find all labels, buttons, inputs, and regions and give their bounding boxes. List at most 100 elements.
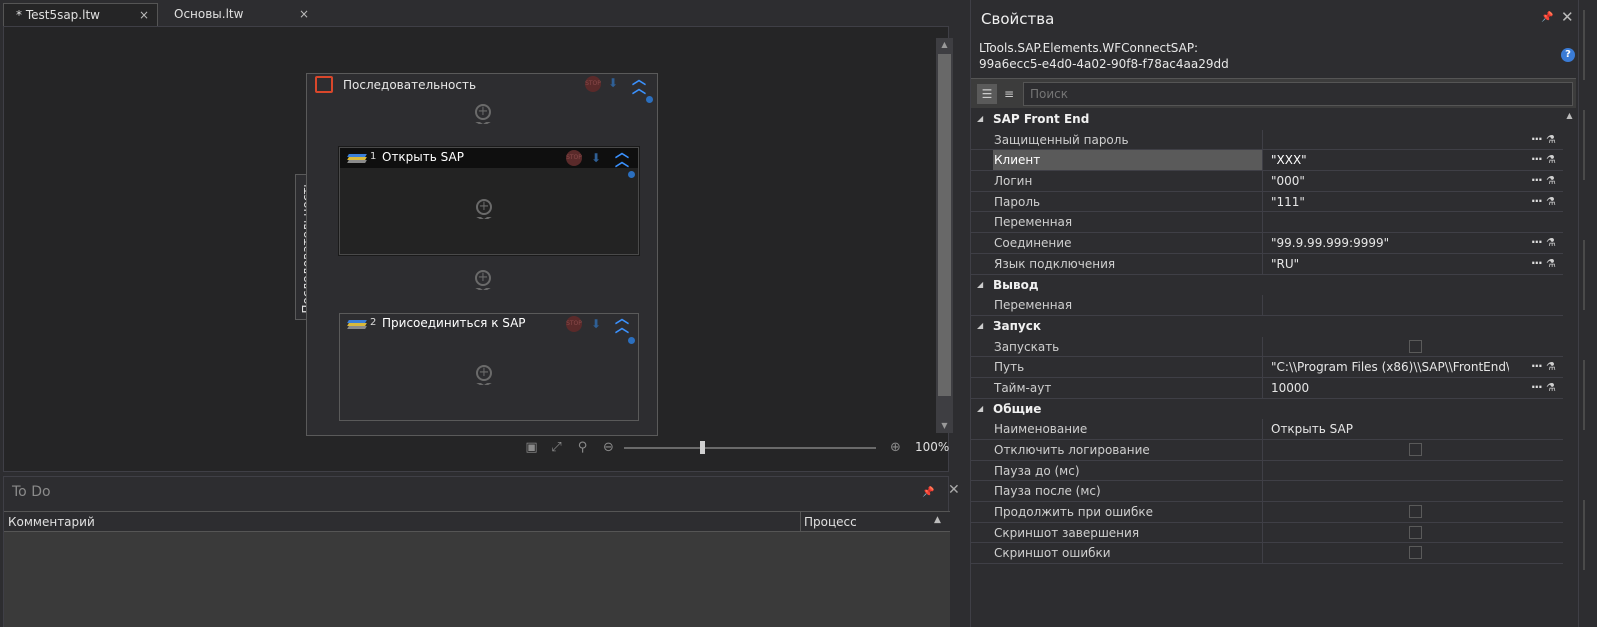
property-value[interactable] — [1267, 502, 1509, 522]
arrow-down-icon[interactable]: ⬇ — [608, 76, 618, 90]
stop-icon[interactable]: STOP — [566, 150, 582, 166]
add-activity-icon[interactable]: + — [465, 365, 503, 387]
property-row[interactable]: Тайм-аут 10000 ··· ⚗ — [971, 377, 1563, 399]
property-value[interactable]: "000" — [1267, 171, 1509, 191]
property-row[interactable]: Отключить логирование — [971, 440, 1563, 461]
arrow-down-icon[interactable]: ⬇ — [591, 151, 601, 165]
side-tab[interactable] — [1583, 10, 1594, 80]
close-icon[interactable]: × — [139, 4, 149, 26]
more-options-icon[interactable]: ··· — [1531, 357, 1543, 375]
property-value[interactable] — [1267, 461, 1509, 481]
property-value[interactable] — [1267, 481, 1509, 501]
close-icon[interactable]: × — [299, 3, 309, 25]
stop-icon[interactable]: STOP — [585, 76, 601, 92]
stop-icon[interactable]: STOP — [566, 316, 582, 332]
collapse-triangle-icon[interactable]: ◢ — [977, 321, 983, 330]
sort-asc-icon[interactable]: ▲ — [934, 515, 941, 525]
scroll-down-icon[interactable]: ▼ — [936, 419, 953, 433]
more-options-icon[interactable]: ··· — [1531, 171, 1543, 189]
more-options-icon[interactable]: ··· — [1531, 150, 1543, 168]
more-options-icon[interactable]: ··· — [1531, 233, 1543, 251]
property-value[interactable] — [1267, 212, 1509, 232]
collapse-triangle-icon[interactable]: ◢ — [977, 404, 983, 413]
property-row[interactable]: Пауза до (мс) — [971, 460, 1563, 482]
pin-icon[interactable]: 📌 — [1541, 12, 1553, 23]
property-value[interactable]: "99.9.99.999:9999" — [1267, 233, 1509, 253]
property-row[interactable]: Переменная — [971, 295, 1563, 316]
property-row[interactable]: Наименование Открыть SAP — [971, 419, 1563, 440]
designer-vertical-scrollbar[interactable]: ▲ ▼ — [936, 38, 953, 433]
property-value[interactable]: 10000 — [1267, 378, 1509, 398]
property-row[interactable]: Запускать — [971, 336, 1563, 358]
expression-flask-icon[interactable]: ⚗ — [1546, 257, 1556, 270]
property-value[interactable] — [1267, 440, 1509, 460]
scroll-up-icon[interactable]: ▲ — [936, 38, 953, 52]
help-icon[interactable]: ? — [1561, 48, 1575, 62]
expression-flask-icon[interactable]: ⚗ — [1546, 133, 1556, 146]
column-comment[interactable]: Комментарий — [8, 515, 95, 529]
property-checkbox[interactable] — [1409, 546, 1422, 560]
property-value[interactable]: "XXX" — [1267, 150, 1509, 170]
property-row[interactable]: Путь "C:\\Program Files (x86)\\SAP\\Front… — [971, 357, 1563, 378]
add-activity-icon[interactable]: + — [464, 270, 502, 292]
side-tab[interactable] — [1583, 240, 1594, 310]
property-value[interactable]: "RU" — [1267, 254, 1509, 274]
properties-scrollbar[interactable]: ▲ — [1563, 109, 1576, 627]
add-activity-icon[interactable]: + — [464, 104, 502, 126]
expression-flask-icon[interactable]: ⚗ — [1546, 381, 1556, 394]
arrow-down-icon[interactable]: ⬇ — [591, 317, 601, 331]
property-category[interactable]: ◢ SAP Front End — [971, 109, 1563, 130]
collapse-icon[interactable]: ︿ ︿ — [613, 312, 631, 335]
property-value[interactable] — [1267, 130, 1509, 150]
expression-flask-icon[interactable]: ⚗ — [1546, 174, 1556, 187]
property-category[interactable]: ◢ Вывод — [971, 275, 1563, 296]
scroll-thumb[interactable] — [938, 54, 951, 396]
property-checkbox[interactable] — [1409, 525, 1422, 539]
more-options-icon[interactable]: ··· — [1531, 130, 1543, 148]
zoom-in-icon[interactable]: ⊕ — [888, 440, 903, 455]
zoom-slider-thumb[interactable] — [700, 441, 705, 454]
side-tab[interactable] — [1583, 360, 1594, 430]
property-value[interactable]: "111" — [1267, 192, 1509, 212]
property-row[interactable]: Скриншот ошибки — [971, 543, 1563, 565]
property-checkbox[interactable] — [1409, 443, 1422, 456]
search-input[interactable] — [1023, 82, 1573, 106]
more-options-icon[interactable]: ··· — [1531, 192, 1543, 210]
property-row[interactable]: Переменная — [971, 212, 1563, 234]
scroll-up-icon[interactable]: ▲ — [1563, 109, 1576, 123]
close-icon[interactable]: ✕ — [1561, 8, 1574, 26]
overview-icon[interactable]: ▣ — [524, 440, 539, 455]
more-options-icon[interactable]: ··· — [1531, 378, 1543, 396]
alphabetical-view-icon[interactable]: ≡ — [999, 84, 1019, 104]
zoom-out-icon[interactable]: ⊖ — [601, 440, 616, 455]
property-row[interactable]: Соединение "99.9.99.999:9999" ··· ⚗ — [971, 233, 1563, 254]
property-category[interactable]: ◢ Общие — [971, 399, 1563, 420]
property-row[interactable]: Логин "000" ··· ⚗ — [971, 171, 1563, 192]
add-activity-icon[interactable]: + — [465, 199, 503, 221]
property-category[interactable]: ◢ Запуск — [971, 316, 1563, 337]
search-icon[interactable]: ⚲ — [575, 440, 590, 455]
expression-flask-icon[interactable]: ⚗ — [1546, 236, 1556, 249]
collapse-icon[interactable]: ︿ ︿ — [613, 146, 631, 169]
property-row[interactable]: Продолжить при ошибке — [971, 502, 1563, 523]
property-checkbox[interactable] — [1409, 505, 1422, 519]
property-value[interactable] — [1267, 337, 1509, 357]
property-value[interactable]: "C:\\Program Files (x86)\\SAP\\FrontEnd\… — [1267, 357, 1509, 377]
pin-icon[interactable]: 📌 — [922, 487, 934, 498]
property-row[interactable]: Пароль "111" ··· ⚗ — [971, 191, 1563, 213]
property-row[interactable]: Язык подключения "RU" ··· ⚗ — [971, 253, 1563, 275]
tab-test5sap[interactable]: * Test5sap.ltw × — [3, 3, 158, 26]
property-row[interactable]: Скриншот завершения — [971, 522, 1563, 544]
side-tab[interactable] — [1583, 500, 1594, 570]
property-value[interactable] — [1267, 543, 1509, 563]
collapse-icon[interactable]: ︿ ︿ — [630, 73, 648, 96]
tab-osnovy[interactable]: Основы.ltw × — [162, 3, 317, 26]
property-row[interactable]: Защищенный пароль ··· ⚗ — [971, 129, 1563, 151]
categorized-view-icon[interactable]: ☰ — [977, 84, 997, 104]
property-row[interactable]: Клиент "XXX" ··· ⚗ — [971, 150, 1563, 172]
fit-to-screen-icon[interactable]: ⤢ — [549, 440, 564, 455]
close-icon[interactable]: ✕ — [948, 482, 960, 498]
property-row[interactable]: Пауза после (мс) — [971, 481, 1563, 503]
expression-flask-icon[interactable]: ⚗ — [1546, 195, 1556, 208]
sequence-container[interactable]: Последовательность STOP ⬇ ︿ ︿ + 1 Открыть… — [306, 73, 658, 436]
